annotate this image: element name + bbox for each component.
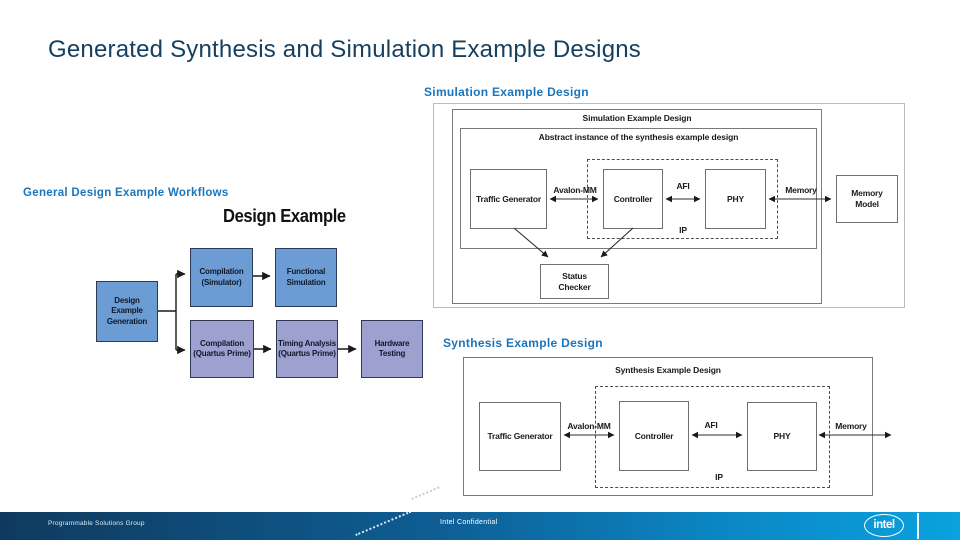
synthesis-figure: Synthesis Example Design Traffic Generat… bbox=[463, 357, 873, 496]
simulation-traffic-generator: Traffic Generator bbox=[470, 169, 547, 229]
synthesis-phy: PHY bbox=[747, 402, 817, 471]
simulation-afi-label: AFI bbox=[676, 181, 690, 191]
footer-group-label: Programmable Solutions Group bbox=[48, 520, 145, 527]
simulation-controller: Controller bbox=[603, 169, 663, 229]
node-timing-analysis: Timing Analysis (Quartus Prime) bbox=[276, 320, 338, 378]
simulation-avalon-label: Avalon-MM bbox=[553, 185, 597, 195]
synthesis-memory-label: Memory bbox=[835, 421, 867, 431]
synthesis-afi-label: AFI bbox=[704, 420, 718, 430]
simulation-figure: Simulation Example Design Abstract insta… bbox=[433, 103, 905, 308]
simulation-heading: Simulation Example Design bbox=[424, 85, 589, 99]
synthesis-ip-label: IP bbox=[715, 472, 723, 482]
intel-logo-text: intel bbox=[873, 518, 895, 531]
simulation-abstract-box-title: Abstract instance of the synthesis examp… bbox=[538, 132, 739, 142]
simulation-status-checker: Status Checker bbox=[540, 264, 609, 299]
simulation-phy: PHY bbox=[705, 169, 766, 229]
footer-dotted-accent-lower bbox=[355, 510, 412, 536]
footer-bar: Programmable Solutions Group Intel Confi… bbox=[0, 510, 960, 540]
workflows-diagram-title: Design Example bbox=[223, 206, 346, 226]
node-hardware-testing: Hardware Testing bbox=[361, 320, 423, 378]
simulation-outer-box-title: Simulation Example Design bbox=[582, 113, 692, 123]
simulation-memory-label: Memory bbox=[785, 185, 817, 195]
node-design-example-generation: Design Example Generation bbox=[96, 281, 158, 342]
node-compilation-quartus: Compilation (Quartus Prime) bbox=[190, 320, 254, 378]
footer-divider-line bbox=[917, 513, 919, 539]
synthesis-heading: Synthesis Example Design bbox=[443, 336, 603, 350]
slide-title: Generated Synthesis and Simulation Examp… bbox=[48, 36, 641, 63]
intel-logo: intel bbox=[864, 514, 904, 537]
footer-dotted-accent-upper bbox=[411, 486, 440, 500]
node-compilation-simulator: Compilation (Simulator) bbox=[190, 248, 253, 307]
simulation-ip-label: IP bbox=[679, 225, 687, 235]
synthesis-traffic-generator: Traffic Generator bbox=[479, 402, 561, 471]
workflows-heading: General Design Example Workflows bbox=[23, 187, 229, 199]
synthesis-avalon-label: Avalon-MM bbox=[567, 421, 611, 431]
node-functional-simulation: Functional Simulation bbox=[275, 248, 337, 307]
footer-confidential-label: Intel Confidential bbox=[440, 519, 498, 526]
synthesis-controller: Controller bbox=[619, 401, 689, 471]
slide: Generated Synthesis and Simulation Examp… bbox=[0, 0, 960, 540]
simulation-memory-model: Memory Model bbox=[836, 175, 898, 223]
synthesis-outer-box-title: Synthesis Example Design bbox=[615, 365, 721, 375]
